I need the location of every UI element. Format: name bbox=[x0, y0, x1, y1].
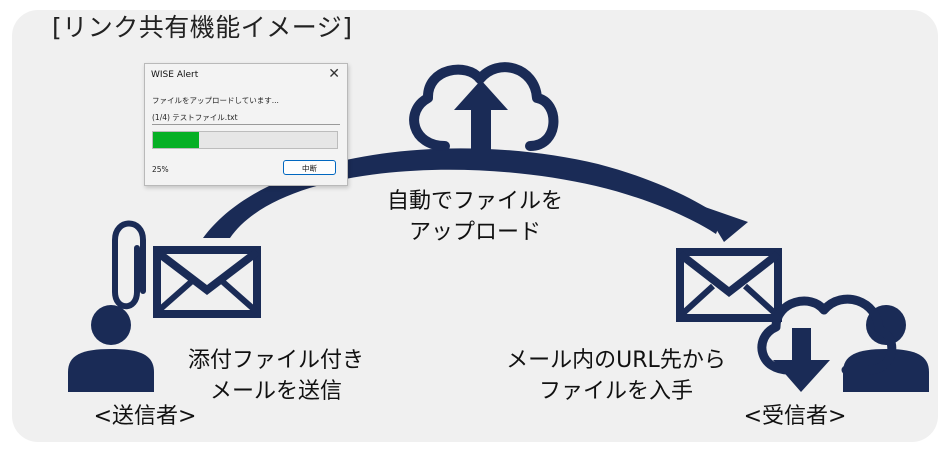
auto-upload-line2: アップロード bbox=[408, 220, 541, 245]
close-icon[interactable]: ✕ bbox=[328, 66, 340, 82]
send-mail-line1: 添付ファイル付き bbox=[187, 348, 364, 373]
progress-bar bbox=[152, 131, 338, 149]
auto-upload-label: 自動でファイルを アップロード bbox=[375, 186, 575, 248]
paperclip-icon bbox=[112, 220, 146, 310]
receiver-role-label: <受信者> bbox=[743, 404, 847, 429]
dialog-title: WISE Alert bbox=[151, 70, 199, 80]
get-file-line2: ファイルを入手 bbox=[538, 379, 693, 404]
upload-progress-dialog: WISE Alert ✕ ファイルをアップロードしています... (1/4) テ… bbox=[144, 63, 348, 186]
progress-percent: 25% bbox=[152, 165, 169, 174]
get-file-line1: メール内のURL先から bbox=[506, 348, 726, 373]
send-mail-label: 添付ファイル付き メールを送信 bbox=[166, 345, 386, 407]
auto-upload-line1: 自動でファイルを bbox=[386, 189, 563, 214]
envelope-icon-receiver bbox=[676, 248, 782, 322]
user-icon-sender bbox=[68, 305, 154, 392]
cloud-upload-icon bbox=[409, 62, 559, 158]
user-icon-receiver bbox=[843, 305, 929, 392]
progress-fill bbox=[153, 132, 199, 148]
dialog-message: ファイルをアップロードしています... bbox=[152, 96, 279, 105]
dialog-file-name: (1/4) テストファイル.txt bbox=[152, 113, 238, 122]
envelope-icon-sender bbox=[153, 246, 261, 318]
cancel-button[interactable]: 中断 bbox=[283, 160, 336, 175]
get-file-label: メール内のURL先から ファイルを入手 bbox=[486, 345, 746, 407]
dialog-divider bbox=[152, 124, 340, 125]
sender-role-label: <送信者> bbox=[93, 404, 197, 429]
